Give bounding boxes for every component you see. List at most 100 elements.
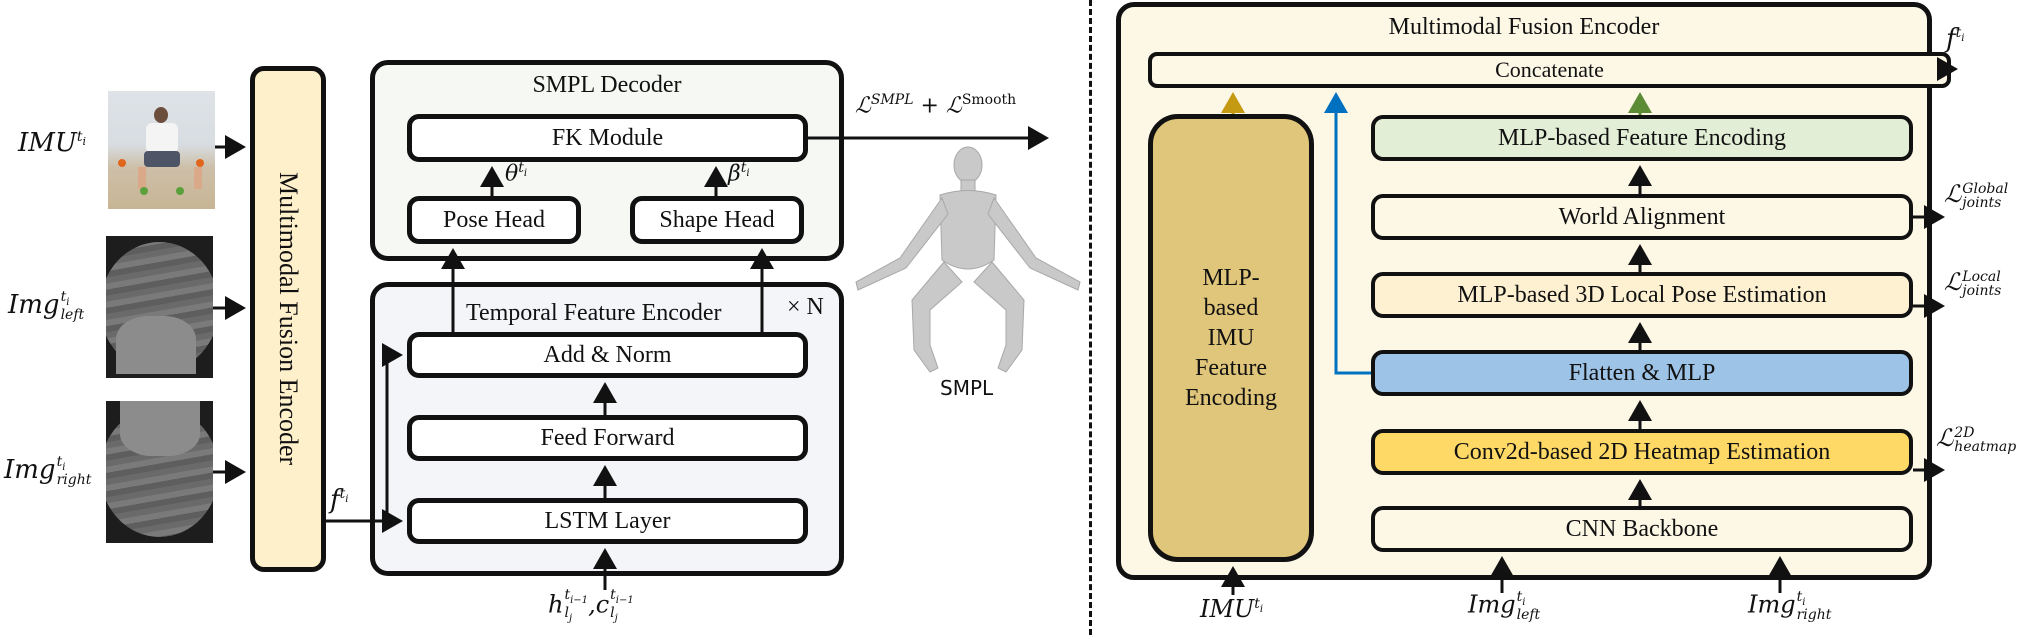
mlp-feature-encoding-label: MLP-based Feature Encoding [1498,124,1786,151]
img-right-label: Img ti right [4,455,91,487]
imu-marker-right-ankle [176,187,184,195]
bottom-img-left-label: Img ti left [1468,590,1540,622]
b-left-sup: ti [1517,590,1541,608]
loss-global-sub: joints [1962,194,2002,211]
person-shorts [144,151,180,167]
loss-plus: + [920,93,939,119]
b-imu-sup-sub: i [1259,603,1264,615]
local-joints-loss-label: ℒ Local joints [1944,268,2001,298]
temporal-encoder-title: Temporal Feature Encoder [466,300,722,326]
imu-encoding-line: MLP- [1202,265,1260,291]
theta-label: θti [505,160,527,186]
lstm-layer-label: LSTM Layer [544,507,671,534]
smpl-caption: SMPL [940,376,994,400]
shape-head-block: Shape Head [630,196,804,244]
person-head [154,107,168,123]
b-imu-base: IMU [1200,595,1255,623]
c-sub-j: j [614,612,618,624]
world-alignment-block: World Alignment [1371,194,1913,240]
img-left-sub: left [60,306,85,323]
cnn-backbone-block: CNN Backbone [1371,506,1913,552]
fk-module-label: FK Module [551,124,664,151]
loss-sup-smpl: SMPL [870,92,914,108]
out-f-base: f [1946,24,1956,54]
flatten-mlp-block: Flatten & MLP [1371,350,1913,396]
f-base: f [330,485,340,515]
imu-sup-sub: i [82,135,86,149]
fk-module-block: FK Module [407,114,808,162]
imu-person-photo [108,91,215,209]
mlp-feature-encoding-block: MLP-based Feature Encoding [1371,115,1913,161]
loss-heatmap-sup: 2D [1954,424,1975,441]
heatmap-loss-label: ℒ 2D heatmap [1936,424,2016,454]
img-left-sup: ti [61,290,85,308]
fisheye-body [116,316,196,374]
feed-forward-block: Feed Forward [407,415,808,461]
hidden-cell-state-label: h ti−1 lj ,c ti−1 lj [548,587,634,624]
fisheye-body [120,401,200,456]
feed-forward-label: Feed Forward [540,424,675,451]
out-f-sup-sub: i [1961,33,1965,45]
add-norm-block: Add & Norm [407,332,808,378]
loss-local-base: ℒ [1944,268,1962,296]
loss-global-base: ℒ [1944,180,1962,208]
beta-sup-sub: i [746,167,750,179]
person-legs [138,167,202,189]
imu-marker-left-wrist [118,159,126,167]
loss-heatmap-sub: heatmap [1954,438,2017,455]
bottom-imu-input-label: IMUti [1200,595,1263,623]
smpl-left-arm [855,196,949,291]
output-feature-label: fti [1946,24,1964,54]
pose-head-block: Pose Head [407,196,581,244]
loss-local-sub: joints [1962,282,2002,299]
h-sup-sub: i−1 [570,594,589,606]
smpl-torso [939,190,997,270]
img-right-sub: right [56,471,92,488]
imu-input-label: IMUti [18,128,86,158]
smpl-left-leg [911,261,963,373]
smpl-body-figure [855,146,1081,373]
h-base: h [548,590,564,619]
loss-heatmap-base: ℒ [1936,424,1954,452]
fusion-encoder-block: Multimodal Fusion Encoder [250,66,326,572]
imu-encoding-line: Feature [1195,355,1267,381]
heatmap-estimation-block: Conv2d-based 2D Heatmap Estimation [1371,429,1913,475]
smpl-smooth-loss-label: ℒSMPL + ℒSmooth [855,92,1016,118]
theta-sup-sub: i [523,167,528,179]
feature-label: fti [330,485,348,515]
imu-marker-left-ankle [140,187,148,195]
beta-base: β [728,161,741,187]
imu-marker-right-wrist [196,159,204,167]
img-left-base: Img [8,290,60,320]
imu-base: IMU [18,128,77,158]
h-sub-j: j [568,612,573,624]
panel-divider [1089,0,1092,635]
loss-sup-smooth: Smooth [961,92,1017,108]
shape-head-label: Shape Head [659,206,775,233]
loss-base-2: ℒ [945,93,962,119]
flatten-mlp-label: Flatten & MLP [1568,359,1716,386]
c-sup: ti−1 [610,588,634,606]
add-norm-label: Add & Norm [543,341,672,368]
fusion-encoder-label: Multimodal Fusion Encoder [274,172,303,466]
loss-local-sup: Local [1962,268,2001,285]
imu-encoding-line: based [1203,295,1259,321]
local-pose-estimation-label: MLP-based 3D Local Pose Estimation [1457,281,1827,308]
b-left-base: Img [1468,590,1516,619]
h-sub: lj [564,606,588,624]
bottom-img-right-label: Img ti right [1748,590,1831,622]
right-panel-title: Multimodal Fusion Encoder [1388,14,1660,40]
c-base: c [595,590,610,619]
f-sup-sub: i [345,494,349,506]
b-right-base: Img [1748,590,1796,619]
theta-base: θ [505,161,519,187]
smpl-right-arm [987,196,1081,291]
img-left-label: Img ti left [8,290,84,322]
h-sup: ti−1 [564,588,588,606]
smpl-neck [960,179,976,193]
cnn-backbone-label: CNN Backbone [1565,515,1719,542]
repeat-n-label: × N [787,294,824,320]
global-joints-loss-label: ℒ Global joints [1944,180,2008,210]
c-sup-sub: i−1 [615,594,634,606]
concatenate-block: Concatenate [1148,52,1951,88]
